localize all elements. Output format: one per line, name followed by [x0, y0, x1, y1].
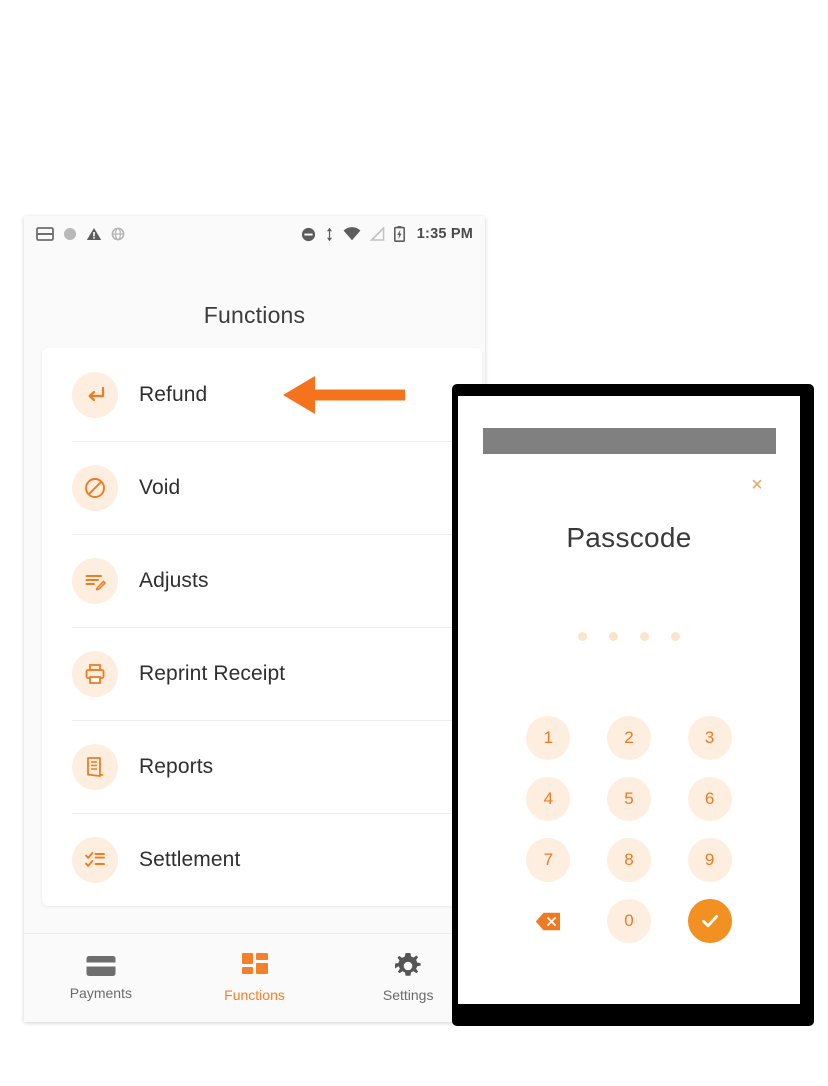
function-row-adjusts[interactable]: Adjusts [42, 534, 482, 627]
function-row-reprint-receipt[interactable]: Reprint Receipt [42, 627, 482, 720]
credit-card-icon [86, 956, 116, 976]
key-2[interactable]: 2 [606, 716, 651, 760]
function-row-settlement[interactable]: Settlement [42, 813, 482, 906]
printer-icon [72, 650, 118, 697]
functions-screen-panel: 1:35 PM Functions Refund Void Adjusts Re… [24, 216, 485, 1022]
redacted-status-bar [483, 428, 776, 454]
return-arrow-icon [72, 371, 118, 418]
passcode-dot [671, 632, 680, 641]
function-label: Refund [139, 382, 208, 406]
warning-triangle-icon [86, 228, 102, 240]
nav-label: Settings [382, 987, 434, 1003]
close-icon[interactable]: × [746, 474, 768, 496]
key-3[interactable]: 3 [687, 716, 732, 760]
passcode-dot [609, 632, 618, 641]
status-bar-right-icons: 1:35 PM [301, 226, 473, 242]
function-label: Settlement [139, 847, 241, 871]
data-transfer-icon [326, 227, 332, 241]
nav-item-functions[interactable]: Functions [178, 934, 332, 1022]
key-1[interactable]: 1 [526, 716, 571, 760]
function-label: Void [139, 475, 181, 499]
wifi-icon [343, 227, 361, 241]
key-6[interactable]: 6 [687, 777, 732, 821]
globe-sync-icon [111, 227, 125, 241]
function-label: Adjusts [139, 568, 209, 592]
status-bar-clock: 1:35 PM [416, 226, 473, 242]
passcode-device-frame: × Passcode 1 2 3 4 5 6 7 8 9 0 [452, 384, 814, 1026]
key-4[interactable]: 4 [526, 777, 571, 821]
function-label: Reports [139, 754, 214, 778]
function-row-void[interactable]: Void [42, 441, 482, 534]
checklist-icon [72, 836, 118, 883]
gear-icon [395, 953, 421, 976]
sim-card-icon [36, 227, 54, 241]
passcode-dialog: × Passcode 1 2 3 4 5 6 7 8 9 0 [458, 396, 800, 1004]
nav-label: Functions [224, 987, 285, 1003]
function-row-reports[interactable]: Reports [42, 720, 482, 813]
nav-label: Payments [69, 985, 132, 1001]
passcode-dots [458, 632, 800, 641]
function-label: Reprint Receipt [139, 661, 286, 685]
edit-lines-icon [72, 557, 118, 604]
page-title: Functions [203, 302, 306, 328]
key-9[interactable]: 9 [687, 838, 732, 882]
passcode-dot [578, 632, 587, 641]
battery-charging-icon [393, 226, 405, 242]
bottom-navigation: Payments Functions Settings [24, 933, 485, 1022]
confirm-check-icon[interactable] [687, 899, 732, 943]
nav-item-payments[interactable]: Payments [24, 934, 178, 1022]
circle-dot-icon [64, 228, 76, 240]
status-bar: 1:35 PM [24, 216, 485, 252]
functions-list: Refund Void Adjusts Reprint Receipt Repo… [42, 348, 482, 906]
key-5[interactable]: 5 [606, 777, 651, 821]
backspace-icon[interactable] [526, 899, 570, 943]
passcode-dot [640, 632, 649, 641]
do-not-disturb-icon [301, 227, 315, 241]
report-document-icon [72, 743, 118, 790]
grid-squares-icon [241, 953, 268, 974]
passcode-keypad: 1 2 3 4 5 6 7 8 9 0 [508, 716, 750, 943]
key-8[interactable]: 8 [606, 838, 651, 882]
status-bar-left-icons [36, 227, 125, 241]
function-row-refund[interactable]: Refund [42, 348, 482, 441]
passcode-title: Passcode [566, 522, 692, 553]
key-7[interactable]: 7 [526, 838, 571, 882]
circle-slash-icon [72, 464, 118, 511]
signal-off-icon [369, 227, 385, 241]
key-0[interactable]: 0 [606, 899, 651, 943]
